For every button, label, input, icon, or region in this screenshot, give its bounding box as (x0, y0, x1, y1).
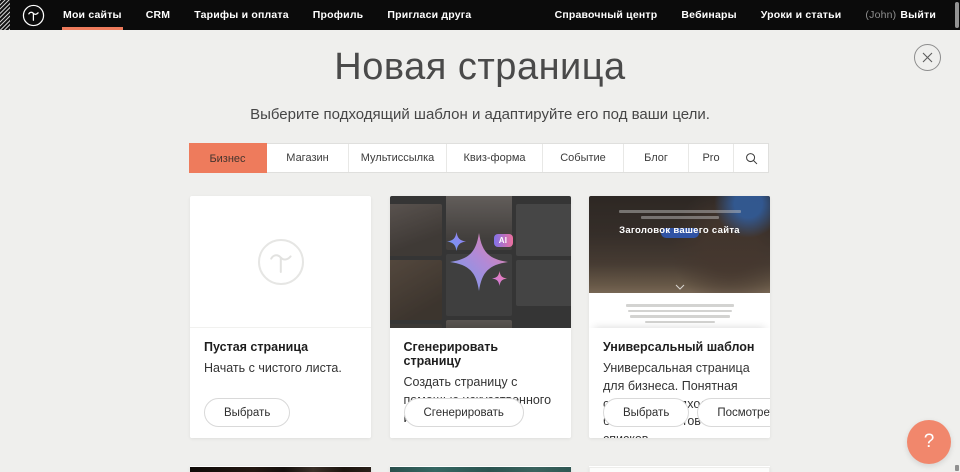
tab-search[interactable] (734, 144, 769, 172)
user-name: (John) (865, 9, 896, 21)
nav-invite-friend[interactable]: Пригласи друга (375, 0, 483, 30)
card-partial-teal[interactable] (390, 466, 571, 472)
tab-multilink[interactable]: Мультиссылка (349, 144, 447, 172)
nav-label: CRM (146, 9, 171, 21)
nav-label: Профиль (313, 9, 364, 21)
scrollbar-corner[interactable] (955, 465, 959, 471)
tab-label: Бизнес (209, 153, 245, 165)
hero-shade (589, 196, 770, 293)
preview-template-button[interactable]: Посмотреть (697, 398, 770, 427)
page-title: Новая страница (0, 46, 960, 89)
nav-label: Тарифы и оплата (194, 9, 289, 21)
template-thumbnail (190, 467, 371, 472)
card-footer: Универсальный шаблон Универсальная стран… (589, 328, 770, 438)
tab-business[interactable]: Бизнес (189, 143, 267, 173)
tab-label: Pro (702, 152, 719, 164)
card-title: Универсальный шаблон (603, 340, 756, 354)
nav-logout[interactable]: (John) Выйти (853, 0, 948, 30)
tilda-watermark-icon (257, 238, 305, 286)
tab-store[interactable]: Магазин (267, 144, 349, 172)
template-hero-heading: Заголовок вашего сайта (589, 225, 770, 236)
select-blank-button[interactable]: Выбрать (204, 398, 290, 427)
main-nav: Мои сайты CRM Тарифы и оплата Профиль Пр… (51, 0, 483, 30)
nav-label: Уроки и статьи (761, 9, 842, 21)
card-description: Начать с чистого листа. (204, 360, 357, 378)
template-cards-row2 (190, 466, 770, 472)
tab-label: Мультиссылка (361, 152, 435, 164)
card-partial-light[interactable] (589, 466, 770, 472)
chevron-down-icon (675, 284, 685, 290)
card-blank-page[interactable]: Пустая страница Начать с чистого листа. … (190, 196, 371, 438)
nav-label: Мои сайты (63, 9, 122, 21)
scrollbar-thumb[interactable] (955, 2, 959, 28)
card-actions: Выбрать (204, 398, 290, 427)
ai-badge: AI (494, 234, 513, 247)
page-subtitle: Выберите подходящий шаблон и адаптируйте… (0, 106, 960, 123)
tab-label: Событие (560, 152, 606, 164)
close-icon (922, 52, 933, 63)
topbar: Мои сайты CRM Тарифы и оплата Профиль Пр… (0, 0, 960, 30)
nav-webinars[interactable]: Вебинары (669, 0, 748, 30)
card-actions: Выбрать Посмотреть (603, 398, 770, 427)
nav-pricing[interactable]: Тарифы и оплата (182, 0, 301, 30)
nav-profile[interactable]: Профиль (301, 0, 376, 30)
generate-button[interactable]: Сгенерировать (404, 398, 524, 427)
template-thumbnail (589, 467, 770, 472)
template-preview: Заголовок вашего сайта (589, 196, 770, 328)
card-footer: Пустая страница Начать с чистого листа. … (190, 328, 371, 438)
ai-preview: AI (390, 196, 571, 328)
close-button[interactable] (914, 44, 941, 71)
nav-crm[interactable]: CRM (134, 0, 183, 30)
nav-my-sites[interactable]: Мои сайты (51, 0, 134, 30)
card-title: Пустая страница (204, 340, 357, 354)
card-footer: Сгенерировать страницу Создать страницу … (390, 328, 571, 438)
nav-label: Вебинары (681, 9, 736, 21)
template-cards: Пустая страница Начать с чистого листа. … (190, 196, 770, 438)
nav-lessons[interactable]: Уроки и статьи (749, 0, 854, 30)
sparkle-small-icon (492, 271, 507, 286)
tab-label: Магазин (286, 152, 328, 164)
template-text-block (589, 293, 770, 328)
tab-label: Блог (644, 152, 668, 164)
tab-pro[interactable]: Pro (689, 144, 734, 172)
tab-event[interactable]: Событие (543, 144, 624, 172)
template-thumbnail (390, 467, 571, 472)
secondary-nav: Справочный центр Вебинары Уроки и статьи… (543, 0, 948, 30)
nav-help-center[interactable]: Справочный центр (543, 0, 670, 30)
nav-label: Справочный центр (555, 9, 658, 21)
tilda-logo-icon[interactable] (22, 4, 45, 27)
nav-label: Пригласи друга (387, 9, 471, 21)
help-button[interactable]: ? (907, 420, 951, 464)
blank-page-preview (190, 196, 371, 328)
tab-label: Квиз-форма (463, 152, 525, 164)
template-category-tabs: Бизнес Магазин Мультиссылка Квиз-форма С… (189, 143, 769, 173)
logout-label: Выйти (900, 9, 936, 21)
card-ai-generate[interactable]: AI Сгенерировать страницу Создать страни… (390, 196, 571, 438)
card-title: Сгенерировать страницу (404, 340, 557, 368)
template-hero-image: Заголовок вашего сайта (589, 196, 770, 293)
search-icon (745, 152, 758, 165)
card-universal-template[interactable]: Заголовок вашего сайта Универсальный шаб… (589, 196, 770, 438)
card-partial-dark[interactable] (190, 466, 371, 472)
tab-blog[interactable]: Блог (624, 144, 689, 172)
tab-quiz-form[interactable]: Квиз-форма (447, 144, 543, 172)
edge-texture (0, 0, 10, 30)
card-actions: Сгенерировать (404, 398, 524, 427)
select-template-button[interactable]: Выбрать (603, 398, 689, 427)
